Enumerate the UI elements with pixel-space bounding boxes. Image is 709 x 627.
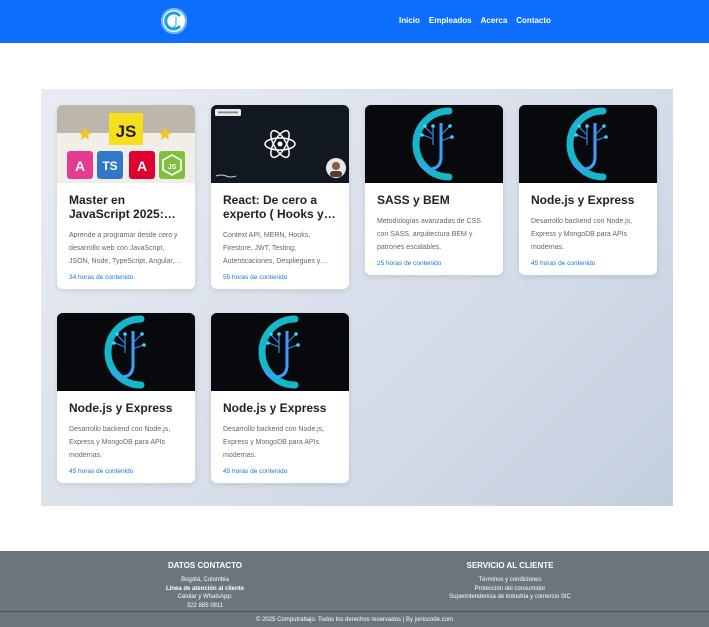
footer-service: SERVICIO AL CLIENTE Términos y condicion… xyxy=(420,561,600,602)
course-title[interactable]: Master en JavaScript 2025: Aprende desde… xyxy=(69,193,183,221)
nav-link-contacto[interactable]: Contacto xyxy=(516,16,551,25)
course-hours: 45 horas de contenido xyxy=(69,468,134,475)
course-card-body: React: De cero a experto ( Hooks y MERN … xyxy=(211,183,349,289)
course-card[interactable]: JS A TS A JS Master en JavaScript 2025: … xyxy=(57,105,195,289)
course-card-body: Node.js y Express Desarrollo backend con… xyxy=(519,183,657,275)
footer-location: Bogotá, Colombia xyxy=(181,577,229,583)
footer-link-sic[interactable]: Superintendencia de industria y comercio… xyxy=(420,593,600,602)
course-hours: 34 horas de contenido xyxy=(69,274,134,281)
footer-phone[interactable]: 322 885 0811 xyxy=(130,602,280,611)
course-title[interactable]: Node.js y Express xyxy=(69,401,183,415)
course-image-javascript: JS A TS A JS xyxy=(57,105,195,183)
course-card-body: Node.js y Express Desarrollo backend con… xyxy=(211,391,349,483)
course-description: Desarrollo backend con Node.js, Express … xyxy=(69,426,171,459)
course-hours: 25 horas de contenido xyxy=(377,260,442,267)
footer-phone-label: Celular y WhatsApp: xyxy=(177,594,233,600)
courses-section: JS A TS A JS Master en JavaScript 2025: … xyxy=(41,89,673,506)
course-description: Desarrollo backend con Node.js, Express … xyxy=(223,426,325,459)
svg-text:TS: TS xyxy=(102,159,117,173)
svg-text:JS: JS xyxy=(116,122,137,141)
nav-link-empleados[interactable]: Empleados xyxy=(429,16,472,25)
brand-logo-icon[interactable] xyxy=(161,8,187,34)
course-title[interactable]: Node.js y Express xyxy=(531,193,645,207)
course-image-react xyxy=(211,105,349,183)
footer: DATOS CONTACTO Bogotá, Colombia Línea de… xyxy=(0,551,709,627)
nav-links: Inicio Empleados Acerca Contacto xyxy=(399,16,551,25)
course-title[interactable]: Node.js y Express xyxy=(223,401,337,415)
course-description: Metodologías avanzadas de CSS con SASS, … xyxy=(377,218,481,251)
course-card[interactable]: SASS y BEM Metodologías avanzadas de CSS… xyxy=(365,105,503,275)
footer-link-consumer[interactable]: Protección del consumidor xyxy=(420,585,600,594)
course-card[interactable]: Node.js y Express Desarrollo backend con… xyxy=(57,313,195,483)
course-card[interactable]: Node.js y Express Desarrollo backend con… xyxy=(519,105,657,275)
course-description: Aprende a programar desde cero y desarro… xyxy=(69,232,178,265)
course-image-jc-logo xyxy=(365,105,503,183)
course-card[interactable]: Node.js y Express Desarrollo backend con… xyxy=(211,313,349,483)
course-title[interactable]: React: De cero a experto ( Hooks y MERN … xyxy=(223,193,337,221)
course-image-jc-logo xyxy=(519,105,657,183)
nav-link-acerca[interactable]: Acerca xyxy=(481,16,508,25)
course-hours: 45 horas de contenido xyxy=(531,260,596,267)
course-title[interactable]: SASS y BEM xyxy=(377,193,491,207)
svg-text:JS: JS xyxy=(168,164,177,171)
course-card-body: Master en JavaScript 2025: Aprende desde… xyxy=(57,183,195,289)
svg-text:A: A xyxy=(137,158,147,174)
svg-text:A: A xyxy=(75,158,85,174)
course-hours: 55 horas de contenido xyxy=(223,274,288,281)
course-card-body: SASS y BEM Metodologías avanzadas de CSS… xyxy=(365,183,503,275)
footer-line-label: Línea de atención al cliente xyxy=(165,585,245,592)
course-card[interactable]: React: De cero a experto ( Hooks y MERN … xyxy=(211,105,349,289)
course-hours: 45 horas de contenido xyxy=(223,468,288,475)
course-description: Context API, MERN, Hooks, Firestore, JWT… xyxy=(223,232,321,265)
course-image-jc-logo xyxy=(57,313,195,391)
course-description: Desarrollo backend con Node.js, Express … xyxy=(531,218,633,251)
footer-copyright: © 2025 Computrabajo. Todos los derechos … xyxy=(0,611,709,623)
course-image-jc-logo xyxy=(211,313,349,391)
footer-contact-title: DATOS CONTACTO xyxy=(167,561,243,570)
course-card-body: Node.js y Express Desarrollo backend con… xyxy=(57,391,195,483)
footer-service-title: SERVICIO AL CLIENTE xyxy=(466,561,554,570)
nav-link-inicio[interactable]: Inicio xyxy=(399,16,420,25)
footer-contact: DATOS CONTACTO Bogotá, Colombia Línea de… xyxy=(130,561,280,610)
footer-link-terms[interactable]: Términos y condiciones xyxy=(420,576,600,585)
navbar: Inicio Empleados Acerca Contacto xyxy=(0,0,709,43)
